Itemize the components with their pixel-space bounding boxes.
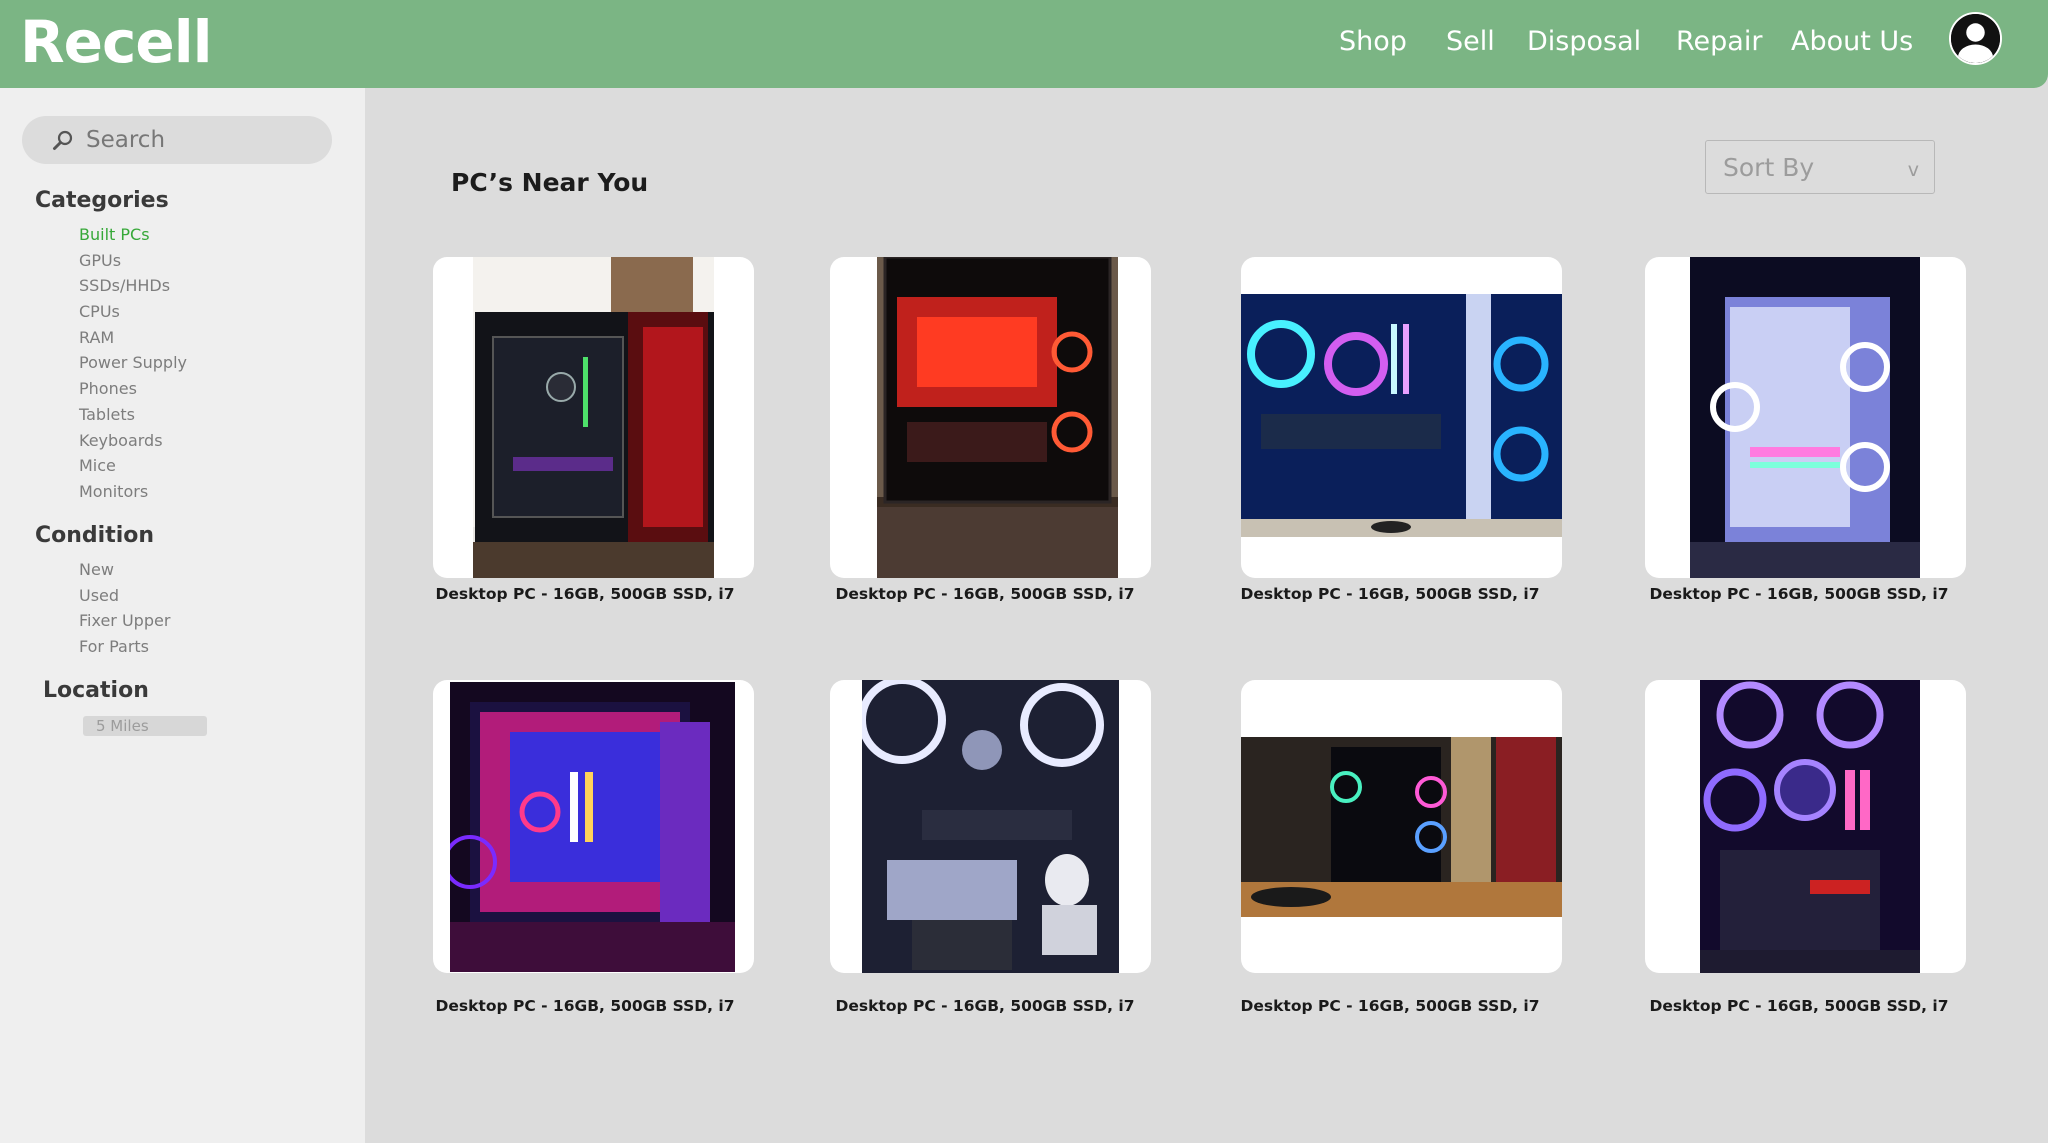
category-built-pcs[interactable]: Built PCs [79, 222, 187, 248]
product-card[interactable] [830, 680, 1151, 973]
category-monitors[interactable]: Monitors [79, 479, 187, 505]
condition-for-parts[interactable]: For Parts [79, 634, 170, 660]
nav-repair[interactable]: Repair [1676, 26, 1762, 57]
search-icon [53, 130, 73, 150]
product-photo [450, 682, 735, 972]
product-card[interactable] [830, 257, 1151, 578]
category-list: Built PCs GPUs SSDs/HHDs CPUs RAM Power … [79, 222, 187, 505]
sort-by-dropdown[interactable]: Sort By v [1705, 140, 1935, 194]
product-title[interactable]: Desktop PC - 16GB, 500GB SSD, i7 [1634, 585, 1964, 603]
product-photo [1690, 257, 1920, 578]
category-phones[interactable]: Phones [79, 376, 187, 402]
product-photo [1700, 680, 1920, 973]
product-title[interactable]: Desktop PC - 16GB, 500GB SSD, i7 [1225, 997, 1555, 1015]
sort-by-label: Sort By [1723, 153, 1815, 182]
product-title[interactable]: Desktop PC - 16GB, 500GB SSD, i7 [820, 997, 1150, 1015]
location-radius-chip[interactable]: 5 Miles [83, 716, 207, 736]
product-card[interactable] [1645, 257, 1966, 578]
product-card[interactable] [1241, 257, 1562, 578]
category-gpus[interactable]: GPUs [79, 248, 187, 274]
product-photo [862, 680, 1119, 973]
product-photo [1241, 294, 1562, 537]
product-card[interactable] [1241, 680, 1562, 973]
product-title[interactable]: Desktop PC - 16GB, 500GB SSD, i7 [420, 585, 750, 603]
category-keyboards[interactable]: Keyboards [79, 428, 187, 454]
nav-sell[interactable]: Sell [1446, 26, 1495, 57]
product-card[interactable] [1645, 680, 1966, 973]
product-photo [1241, 737, 1562, 917]
product-card[interactable] [433, 680, 754, 973]
product-photo [877, 257, 1118, 578]
product-title[interactable]: Desktop PC - 16GB, 500GB SSD, i7 [420, 997, 750, 1015]
top-nav-bar: Recell Shop Sell Disposal Repair About U… [0, 0, 2048, 88]
product-title[interactable]: Desktop PC - 16GB, 500GB SSD, i7 [1225, 585, 1555, 603]
product-title[interactable]: Desktop PC - 16GB, 500GB SSD, i7 [820, 585, 1150, 603]
location-heading: Location [43, 678, 149, 703]
category-cpus[interactable]: CPUs [79, 299, 187, 325]
condition-fixer-upper[interactable]: Fixer Upper [79, 608, 170, 634]
condition-list: New Used Fixer Upper For Parts [79, 557, 170, 660]
condition-used[interactable]: Used [79, 583, 170, 609]
user-avatar-icon[interactable] [1949, 12, 2002, 65]
search-input[interactable]: Search [22, 116, 332, 164]
condition-heading: Condition [35, 523, 155, 548]
filter-sidebar: Search Categories Built PCs GPUs SSDs/HH… [0, 88, 365, 1143]
category-ssds-hhds[interactable]: SSDs/HHDs [79, 273, 187, 299]
page-title: PC’s Near You [451, 168, 649, 197]
nav-about-us[interactable]: About Us [1791, 26, 1913, 57]
chevron-down-icon: v [1907, 159, 1919, 181]
category-ram[interactable]: RAM [79, 325, 187, 351]
product-photo [473, 257, 714, 578]
product-card[interactable] [433, 257, 754, 578]
product-title[interactable]: Desktop PC - 16GB, 500GB SSD, i7 [1634, 997, 1964, 1015]
category-tablets[interactable]: Tablets [79, 402, 187, 428]
logo[interactable]: Recell [20, 8, 212, 76]
category-mice[interactable]: Mice [79, 453, 187, 479]
nav-disposal[interactable]: Disposal [1527, 26, 1641, 57]
nav-shop[interactable]: Shop [1339, 26, 1407, 57]
category-power-supply[interactable]: Power Supply [79, 350, 187, 376]
search-placeholder: Search [86, 127, 166, 153]
condition-new[interactable]: New [79, 557, 170, 583]
categories-heading: Categories [35, 188, 169, 213]
